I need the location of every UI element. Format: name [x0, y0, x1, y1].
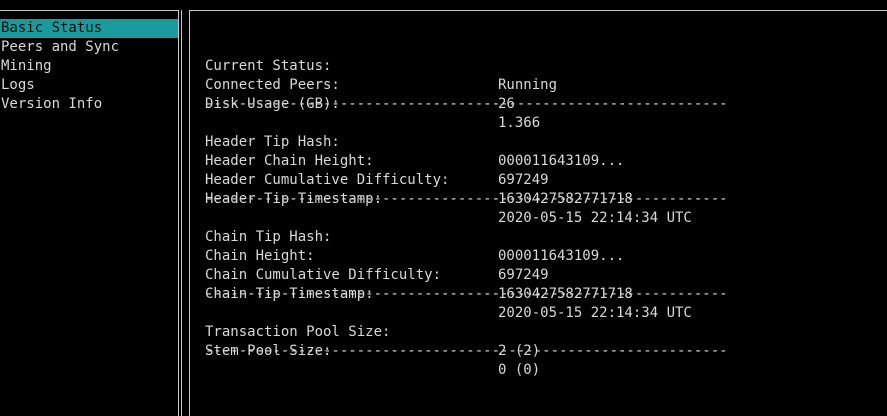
panel-divider-right [189, 10, 190, 416]
header-cumulative-difficulty-value: 1630427582771718 [498, 191, 633, 207]
chain-cumulative-difficulty-value: 1630427582771718 [498, 286, 633, 302]
transaction-pool-size-value: 2 (2) [498, 343, 541, 359]
status-row-chain-tip-hash: Chain Tip Hash: 000011643109... [205, 209, 865, 264]
stem-pool-size-value: 0 (0) [498, 362, 541, 378]
sidebar-right-border [178, 10, 179, 416]
disk-usage-label: Disk Usage (GB): [205, 96, 340, 112]
basic-status-panel: Current Status: Running Connected Peers:… [205, 38, 865, 378]
sidebar-top-border [0, 10, 178, 11]
status-row-header-cumulative-difficulty: Header Cumulative Difficulty: 1630427582… [205, 152, 865, 207]
terminal-screen: Basic Status Peers and Sync Mining Logs … [0, 0, 887, 416]
status-row-chain-tip-timestamp: Chain Tip Timestamp: 2020-05-15 22:14:34… [205, 266, 865, 321]
sidebar-item-basic-status[interactable]: Basic Status [0, 19, 178, 38]
status-row-connected-peers: Connected Peers: 26 [205, 57, 865, 112]
sidebar-item-mining[interactable]: Mining [0, 57, 178, 76]
status-row-chain-cumulative-difficulty: Chain Cumulative Difficulty: 16304275827… [205, 247, 865, 302]
content-top-border [189, 10, 887, 11]
sidebar-item-peers-and-sync[interactable]: Peers and Sync [0, 38, 178, 57]
connected-peers-value: 26 [498, 96, 515, 112]
status-row-current-status: Current Status: Running [205, 38, 865, 93]
header-tip-timestamp-label: Header Tip Timestamp: [205, 191, 383, 207]
sidebar-menu: Basic Status Peers and Sync Mining Logs … [0, 19, 178, 114]
status-row-stem-pool-size: Stem Pool Size: 0 (0) [205, 323, 865, 378]
status-row-transaction-pool-size: Transaction Pool Size: 2 (2) [205, 304, 865, 359]
status-row-header-tip-hash: Header Tip Hash: 000011643109... [205, 114, 865, 169]
chain-tip-timestamp-label: Chain Tip Timestamp: [205, 286, 374, 302]
panel-divider-left [181, 10, 182, 416]
sidebar-item-version-info[interactable]: Version Info [0, 95, 178, 114]
status-row-disk-usage: Disk Usage (GB): 1.366 [205, 76, 865, 131]
status-row-chain-height: Chain Height: 697249 [205, 228, 865, 283]
status-row-header-chain-height: Header Chain Height: 697249 [205, 133, 865, 188]
status-row-header-tip-timestamp: Header Tip Timestamp: 2020-05-15 22:14:3… [205, 171, 865, 226]
stem-pool-size-label: Stem Pool Size: [205, 343, 332, 359]
sidebar-item-logs[interactable]: Logs [0, 76, 178, 95]
